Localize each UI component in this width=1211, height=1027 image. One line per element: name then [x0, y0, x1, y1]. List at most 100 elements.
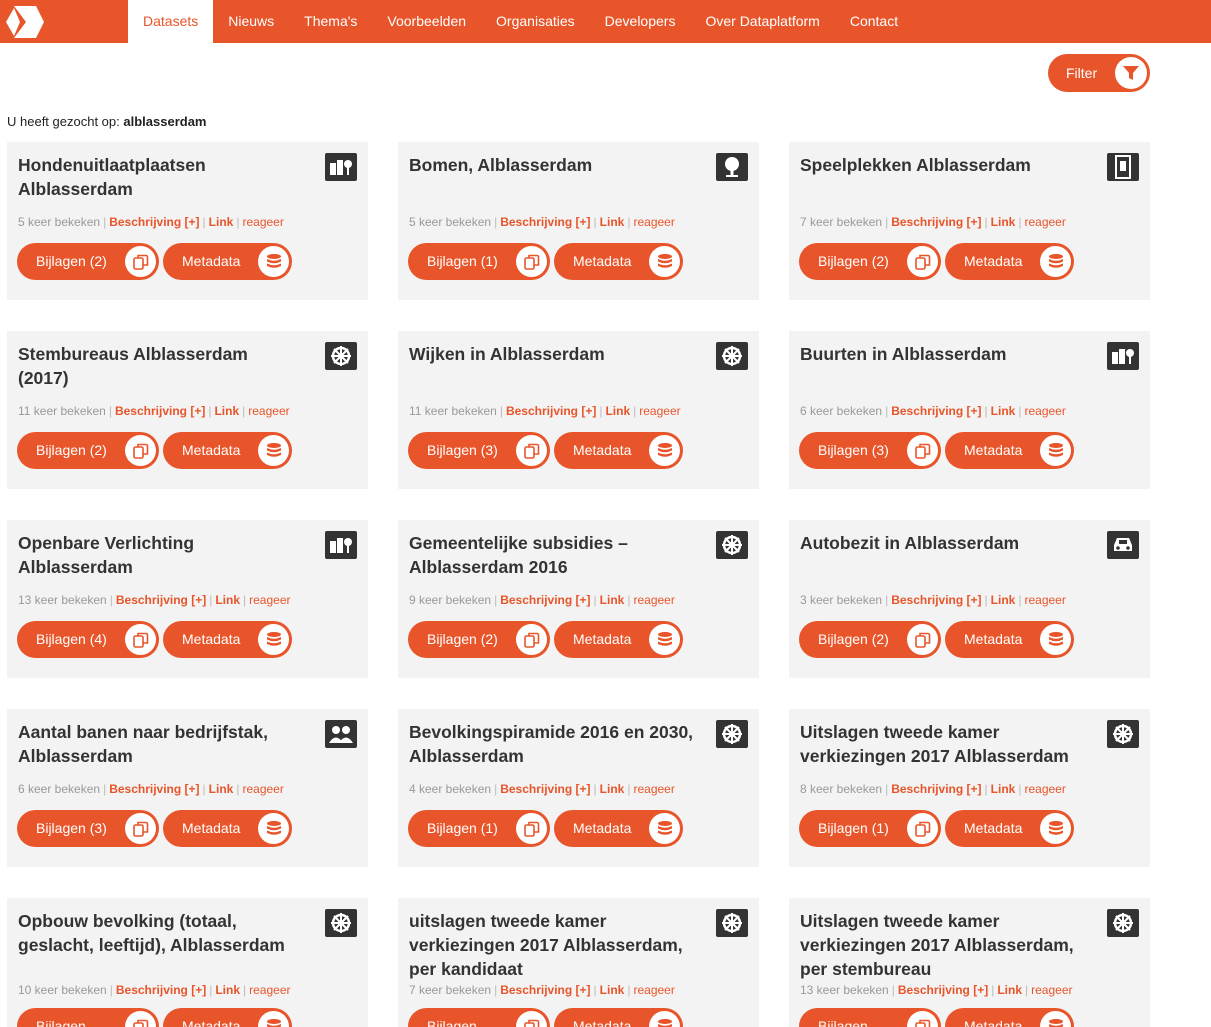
nav-item-themas[interactable]: Thema's	[289, 0, 372, 43]
reageer-link[interactable]: reageer	[248, 404, 289, 418]
dataset-title[interactable]: Opbouw bevolking (totaal, geslacht, leef…	[18, 909, 303, 957]
dataset-title[interactable]: Wijken in Alblasserdam	[409, 342, 694, 366]
bijlagen-button[interactable]: Bijlagen	[17, 1008, 159, 1027]
metadata-button[interactable]: Metadata	[554, 1008, 683, 1027]
dataset-title[interactable]: Autobezit in Alblasserdam	[800, 531, 1085, 555]
metadata-button[interactable]: Metadata	[554, 432, 683, 469]
reageer-link[interactable]: reageer	[633, 215, 674, 229]
bijlagen-button[interactable]: Bijlagen (3)	[17, 810, 159, 847]
bijlagen-button[interactable]: Bijlagen	[408, 1008, 550, 1027]
dataset-title[interactable]: Uitslagen tweede kamer verkiezingen 2017…	[800, 720, 1085, 768]
bijlagen-button[interactable]: Bijlagen (2)	[17, 432, 159, 469]
bijlagen-button[interactable]: Bijlagen (3)	[799, 432, 941, 469]
reageer-link[interactable]: reageer	[633, 983, 674, 997]
beschrijving-link[interactable]: Beschrijving [+]	[500, 983, 590, 997]
link-link[interactable]: Link	[605, 404, 630, 418]
link-link[interactable]: Link	[214, 404, 239, 418]
dataset-title[interactable]: Bomen, Alblasserdam	[409, 153, 694, 177]
link-link[interactable]: Link	[600, 593, 625, 607]
nav-item-organisaties[interactable]: Organisaties	[481, 0, 590, 43]
nav-item-voorbeelden[interactable]: Voorbeelden	[372, 0, 481, 43]
metadata-button[interactable]: Metadata	[163, 243, 292, 280]
beschrijving-link[interactable]: Beschrijving [+]	[109, 782, 199, 796]
reageer-link[interactable]: reageer	[639, 404, 680, 418]
link-link[interactable]: Link	[991, 782, 1016, 796]
bijlagen-button[interactable]: Bijlagen (2)	[799, 243, 941, 280]
metadata-button[interactable]: Metadata	[945, 243, 1074, 280]
beschrijving-link[interactable]: Beschrijving [+]	[500, 215, 590, 229]
metadata-button[interactable]: Metadata	[554, 243, 683, 280]
bijlagen-button[interactable]: Bijlagen (2)	[408, 621, 550, 658]
link-link[interactable]: Link	[991, 593, 1016, 607]
link-link[interactable]: Link	[991, 215, 1016, 229]
beschrijving-link[interactable]: Beschrijving [+]	[891, 593, 981, 607]
metadata-button[interactable]: Metadata	[945, 621, 1074, 658]
link-link[interactable]: Link	[997, 983, 1022, 997]
filter-button[interactable]: Filter	[1048, 54, 1150, 92]
nav-item-contact[interactable]: Contact	[835, 0, 913, 43]
beschrijving-link[interactable]: Beschrijving [+]	[116, 593, 206, 607]
metadata-button[interactable]: Metadata	[554, 621, 683, 658]
reageer-link[interactable]: reageer	[1031, 983, 1072, 997]
dataset-title[interactable]: Openbare Verlichting Alblasserdam	[18, 531, 303, 579]
metadata-button[interactable]: Metadata	[163, 1008, 292, 1027]
nav-item-datasets[interactable]: Datasets	[128, 0, 214, 43]
bijlagen-button[interactable]: Bijlagen (2)	[17, 243, 159, 280]
beschrijving-link[interactable]: Beschrijving [+]	[116, 983, 206, 997]
metadata-button[interactable]: Metadata	[554, 810, 683, 847]
dataset-title[interactable]: Aantal banen naar bedrijfstak, Alblasser…	[18, 720, 303, 768]
link-link[interactable]: Link	[600, 782, 625, 796]
dataset-title[interactable]: Hondenuitlaatplaatsen Alblasserdam	[18, 153, 303, 201]
dataset-title[interactable]: Gemeentelijke subsidies – Alblasserdam 2…	[409, 531, 694, 579]
metadata-button[interactable]: Metadata	[163, 432, 292, 469]
beschrijving-link[interactable]: Beschrijving [+]	[898, 983, 988, 997]
link-link[interactable]: Link	[600, 215, 625, 229]
link-link[interactable]: Link	[209, 782, 234, 796]
dataplatform-logo-icon[interactable]	[4, 4, 44, 40]
beschrijving-link[interactable]: Beschrijving [+]	[500, 593, 590, 607]
reageer-link[interactable]: reageer	[633, 593, 674, 607]
beschrijving-link[interactable]: Beschrijving [+]	[891, 404, 981, 418]
beschrijving-link[interactable]: Beschrijving [+]	[500, 782, 590, 796]
beschrijving-link[interactable]: Beschrijving [+]	[109, 215, 199, 229]
bijlagen-button[interactable]: Bijlagen (2)	[799, 621, 941, 658]
bijlagen-button[interactable]: Bijlagen (4)	[17, 621, 159, 658]
nav-item-developers[interactable]: Developers	[590, 0, 691, 43]
bijlagen-button[interactable]: Bijlagen (1)	[799, 810, 941, 847]
link-link[interactable]: Link	[215, 593, 240, 607]
dataset-title[interactable]: uitslagen tweede kamer verkiezingen 2017…	[409, 909, 694, 981]
bijlagen-button[interactable]: Bijlagen (3)	[408, 432, 550, 469]
metadata-button[interactable]: Metadata	[945, 1008, 1074, 1027]
nav-item-nieuws[interactable]: Nieuws	[213, 0, 289, 43]
reageer-link[interactable]: reageer	[633, 782, 674, 796]
reageer-link[interactable]: reageer	[1024, 215, 1065, 229]
bijlagen-button[interactable]: Bijlagen (1)	[408, 810, 550, 847]
dataset-title[interactable]: Stembureaus Alblasserdam (2017)	[18, 342, 303, 390]
beschrijving-link[interactable]: Beschrijving [+]	[506, 404, 596, 418]
bijlagen-button[interactable]: Bijlagen	[799, 1008, 941, 1027]
metadata-button[interactable]: Metadata	[945, 432, 1074, 469]
bijlagen-button[interactable]: Bijlagen (1)	[408, 243, 550, 280]
reageer-link[interactable]: reageer	[1024, 404, 1065, 418]
reageer-link[interactable]: reageer	[242, 782, 283, 796]
reageer-link[interactable]: reageer	[249, 983, 290, 997]
beschrijving-link[interactable]: Beschrijving [+]	[115, 404, 205, 418]
reageer-link[interactable]: reageer	[242, 215, 283, 229]
metadata-button[interactable]: Metadata	[163, 810, 292, 847]
link-link[interactable]: Link	[600, 983, 625, 997]
dataset-title[interactable]: Buurten in Alblasserdam	[800, 342, 1085, 366]
dataset-title[interactable]: Uitslagen tweede kamer verkiezingen 2017…	[800, 909, 1085, 981]
link-link[interactable]: Link	[215, 983, 240, 997]
nav-item-over-dataplatform[interactable]: Over Dataplatform	[690, 0, 834, 43]
beschrijving-link[interactable]: Beschrijving [+]	[891, 215, 981, 229]
dataset-title[interactable]: Speelplekken Alblasserdam	[800, 153, 1085, 177]
link-link[interactable]: Link	[991, 404, 1016, 418]
reageer-link[interactable]: reageer	[249, 593, 290, 607]
reageer-link[interactable]: reageer	[1024, 782, 1065, 796]
metadata-button[interactable]: Metadata	[945, 810, 1074, 847]
dataset-title[interactable]: Bevolkingspiramide 2016 en 2030, Alblass…	[409, 720, 694, 768]
reageer-link[interactable]: reageer	[1024, 593, 1065, 607]
beschrijving-link[interactable]: Beschrijving [+]	[891, 782, 981, 796]
link-link[interactable]: Link	[209, 215, 234, 229]
metadata-button[interactable]: Metadata	[163, 621, 292, 658]
